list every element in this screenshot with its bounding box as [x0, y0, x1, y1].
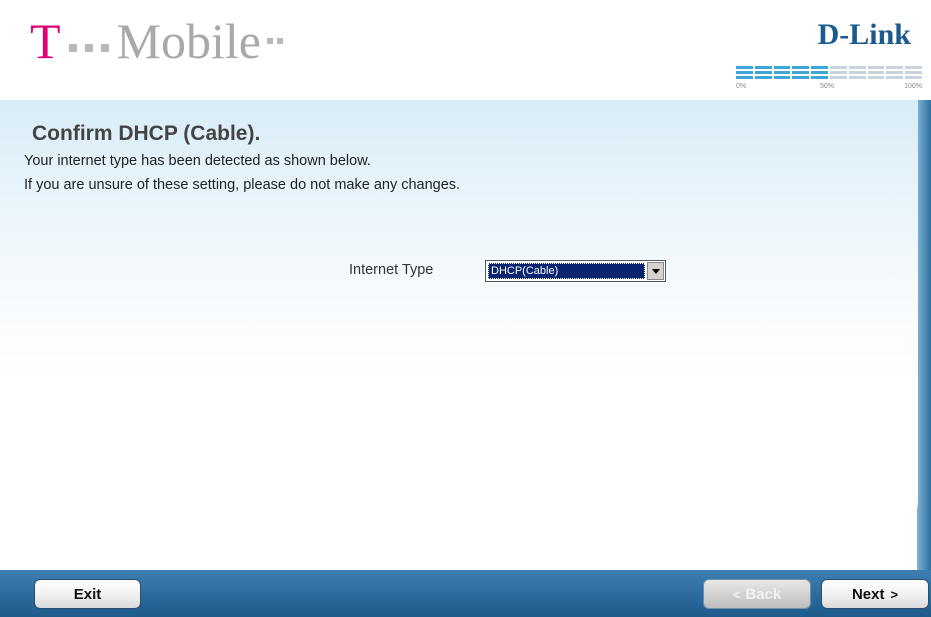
- progress-label-start: 0%: [736, 83, 747, 90]
- progress-row: [736, 71, 922, 74]
- progress-segment: [773, 76, 791, 79]
- description-line-1: Your internet type has been detected as …: [24, 153, 371, 169]
- progress-segment: [754, 71, 772, 74]
- progress-segment: [829, 71, 847, 74]
- main-panel: Confirm DHCP (Cable). Your internet type…: [0, 100, 918, 568]
- chevron-left-icon: <: [732, 586, 741, 602]
- progress-segment: [811, 71, 828, 74]
- progress-segment: [829, 76, 847, 79]
- internet-type-select[interactable]: DHCP(Cable): [485, 260, 666, 282]
- progress-segment: [811, 76, 828, 79]
- progress-row: [736, 66, 922, 69]
- description-line-2: If you are unsure of these setting, plea…: [24, 177, 461, 193]
- dropdown-arrow-icon[interactable]: [647, 262, 664, 280]
- progress-segment: [905, 66, 922, 69]
- tmobile-dots: [68, 44, 109, 52]
- tmobile-t-mark: T: [30, 13, 61, 69]
- progress-label-end: 100%: [904, 83, 922, 90]
- chevron-right-icon: >: [890, 586, 899, 602]
- dlink-logo: D-Link: [817, 18, 911, 51]
- progress-segment: [736, 66, 753, 69]
- progress-segment: [867, 76, 885, 79]
- progress-segment: [773, 71, 791, 74]
- progress-segment: [886, 71, 904, 74]
- back-button-label: Back: [745, 585, 782, 603]
- progress-segment: [736, 76, 753, 79]
- tmobile-logo: T Mobile: [30, 6, 283, 66]
- back-button[interactable]: < Back: [703, 579, 811, 609]
- setup-progress-bar: 0% 50% 100%: [736, 66, 922, 92]
- progress-segment: [754, 76, 772, 79]
- next-button-label: Next: [851, 585, 885, 603]
- progress-segment: [792, 71, 810, 74]
- progress-row: [736, 76, 922, 79]
- progress-label-mid: 50%: [820, 83, 835, 90]
- progress-segment: [848, 76, 866, 79]
- progress-segment: [792, 76, 810, 79]
- header: T Mobile D-Link 0% 50% 100%: [0, 0, 931, 100]
- progress-segment: [848, 66, 866, 69]
- progress-segment: [811, 66, 828, 69]
- progress-segment: [867, 71, 885, 74]
- internet-type-label: Internet Type: [349, 262, 434, 278]
- exit-button-label: Exit: [73, 585, 102, 603]
- internet-type-selected-value[interactable]: DHCP(Cable): [488, 263, 645, 279]
- tmobile-tail-dots: [266, 38, 283, 44]
- footer-bar: Exit < Back Next >: [0, 570, 931, 617]
- progress-segment: [905, 71, 922, 74]
- progress-segment: [886, 66, 904, 69]
- panel-right-edge: [917, 100, 931, 570]
- next-button[interactable]: Next >: [821, 579, 929, 609]
- progress-segment: [792, 66, 810, 69]
- progress-segment: [736, 71, 753, 74]
- tmobile-wordmark: Mobile: [116, 13, 261, 69]
- progress-segment: [848, 71, 866, 74]
- progress-segment: [905, 76, 922, 79]
- progress-segment: [867, 66, 885, 69]
- progress-segment: [773, 66, 791, 69]
- progress-segment: [886, 76, 904, 79]
- progress-segments: [736, 66, 922, 81]
- progress-segment: [829, 66, 847, 69]
- page-title: Confirm DHCP (Cable).: [32, 122, 261, 145]
- progress-segment: [754, 66, 772, 69]
- exit-button[interactable]: Exit: [34, 579, 141, 609]
